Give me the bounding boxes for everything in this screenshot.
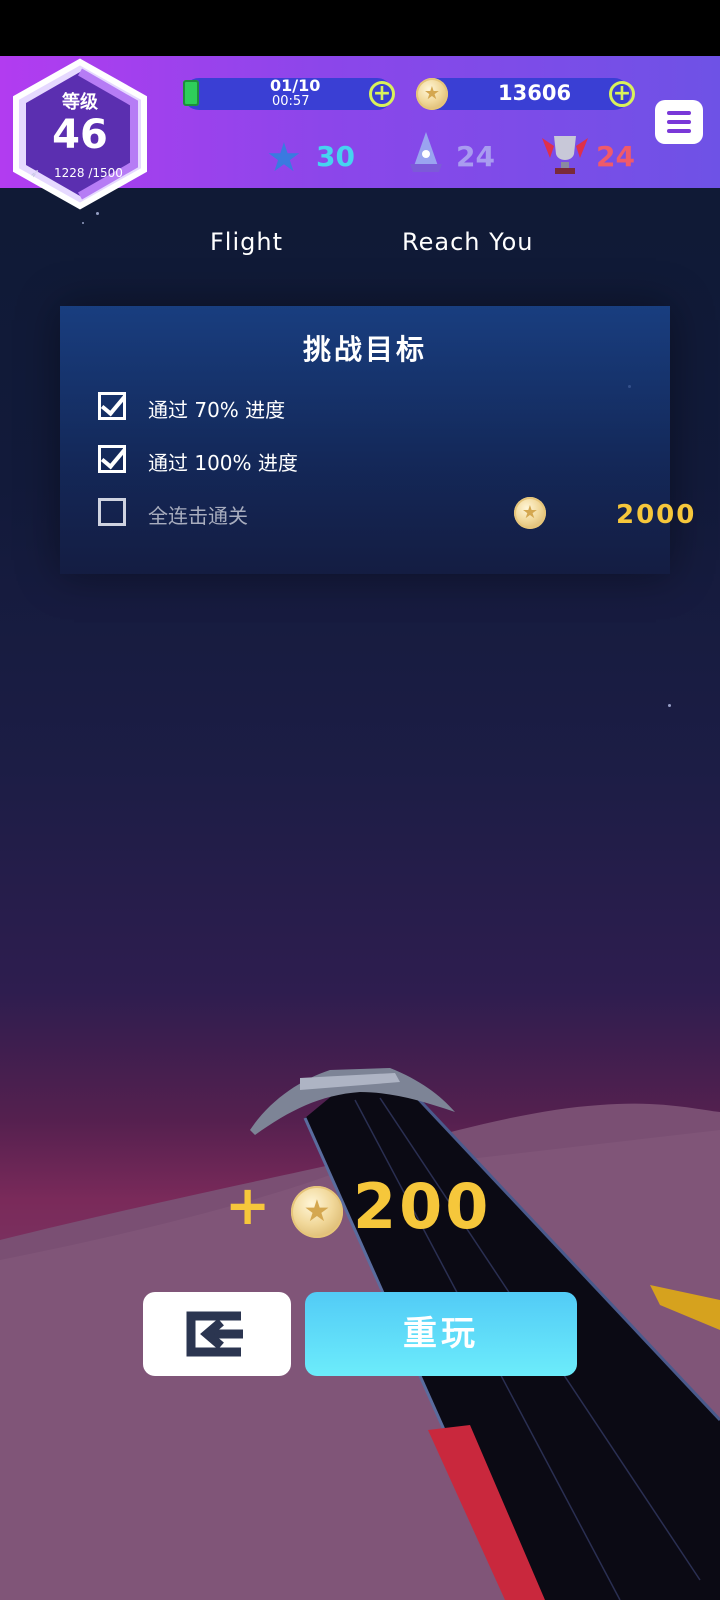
level-xp: 1228 /1500 — [54, 166, 123, 180]
checkbox-empty-icon — [98, 498, 126, 526]
blue-star-icon: ★ — [266, 135, 302, 181]
exit-icon — [186, 1311, 243, 1357]
add-energy-button[interactable]: + — [369, 81, 395, 107]
level-value: 46 — [52, 112, 108, 158]
star-count: 30 — [316, 140, 355, 173]
checkbox-checked-icon — [98, 445, 126, 473]
challenge-panel: 挑战目标 通过 70% 进度 通过 100% 进度 全连击通关 ★ 2000 — [60, 306, 694, 574]
coin-icon: ★ — [514, 497, 546, 529]
goal-label: 通过 70% 进度 — [148, 398, 286, 422]
coin-icon: ★ — [416, 78, 448, 110]
trophy-count: 24 — [596, 140, 635, 173]
goal-label: 通过 100% 进度 — [148, 451, 298, 475]
energy-count: 01/10 — [270, 76, 321, 95]
gain-plus: + — [225, 1174, 271, 1237]
checkbox-checked-icon — [98, 392, 126, 420]
exit-button[interactable] — [143, 1292, 291, 1376]
battery-icon — [183, 80, 199, 106]
crown-icon — [408, 130, 444, 174]
energy-timer: 00:57 — [272, 94, 310, 109]
song-tab-reach-you[interactable]: Reach You — [402, 228, 533, 256]
coin-icon: ★ — [291, 1186, 343, 1238]
coin-balance: 13606 — [498, 81, 572, 105]
panel-title: 挑战目标 — [302, 333, 427, 366]
level-label: 等级 — [62, 92, 98, 113]
status-bar — [0, 0, 720, 56]
trophy-icon — [540, 132, 590, 176]
level-badge[interactable]: 等级 46 ➶ 1228 /1500 — [10, 58, 150, 210]
reward-amount: 2000 — [616, 500, 697, 530]
song-tab-flight[interactable]: Flight — [210, 228, 283, 256]
replay-button[interactable]: 重玩 — [305, 1292, 577, 1376]
add-coins-button[interactable]: + — [609, 81, 635, 107]
menu-button[interactable] — [655, 100, 703, 144]
crown-count: 24 — [456, 140, 495, 173]
gain-value: 200 — [353, 1170, 492, 1243]
rocket-icon: ➶ — [30, 166, 41, 180]
goal-label: 全连击通关 — [148, 504, 248, 528]
